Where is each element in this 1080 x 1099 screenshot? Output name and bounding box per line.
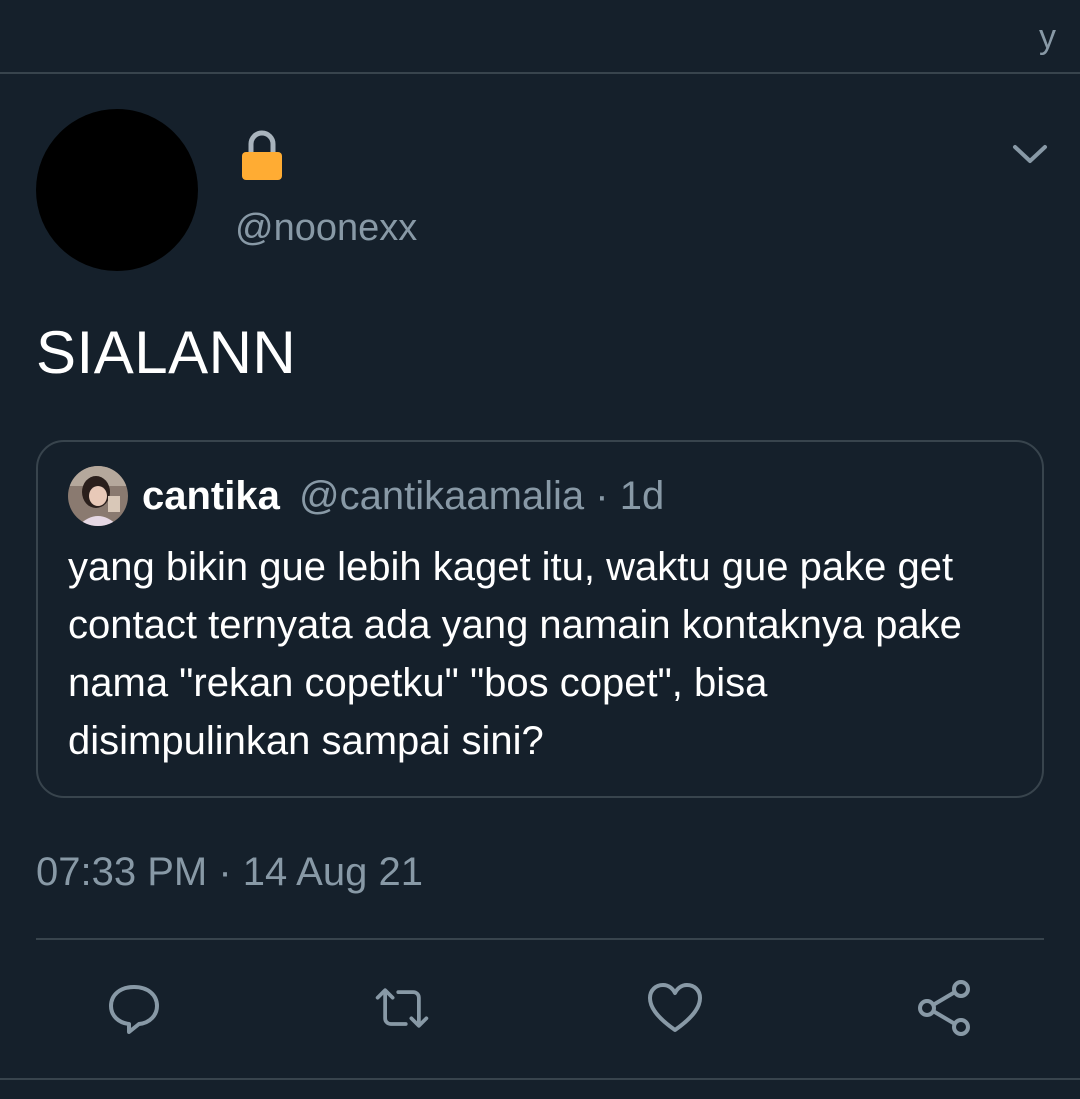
divider [0, 1078, 1080, 1080]
lock-icon [242, 130, 282, 180]
quoted-author-name[interactable]: cantika [142, 474, 280, 518]
topbar-glyph: y [1039, 18, 1056, 56]
author-avatar[interactable] [36, 109, 198, 271]
like-button[interactable] [645, 978, 705, 1038]
tweet-text: SIALANN [36, 319, 297, 386]
quoted-author-handle[interactable]: @cantikaamalia [299, 474, 584, 518]
quoted-author-avatar[interactable] [68, 466, 128, 526]
retweet-icon [375, 988, 429, 1028]
retweet-button[interactable] [372, 978, 432, 1038]
chevron-down-icon[interactable] [1010, 140, 1050, 168]
share-icon [918, 980, 970, 1036]
reply-icon [109, 985, 159, 1034]
top-bar: y [0, 0, 1080, 74]
like-icon [648, 983, 702, 1032]
quoted-tweet-header: cantika @cantikaamalia · 1d [142, 474, 664, 519]
quoted-tweet-card[interactable]: cantika @cantikaamalia · 1d yang bikin g… [36, 440, 1044, 798]
separator-dot: · [595, 474, 609, 518]
tweet-timestamp: 07:33 PM · 14 Aug 21 [36, 850, 423, 894]
reply-button[interactable] [104, 978, 164, 1038]
share-button[interactable] [915, 978, 975, 1038]
quoted-tweet-text: yang bikin gue lebih kaget itu, waktu gu… [68, 545, 962, 763]
divider [36, 938, 1044, 940]
author-handle[interactable]: @noonexx [235, 207, 417, 250]
quoted-tweet-time: 1d [619, 474, 665, 518]
